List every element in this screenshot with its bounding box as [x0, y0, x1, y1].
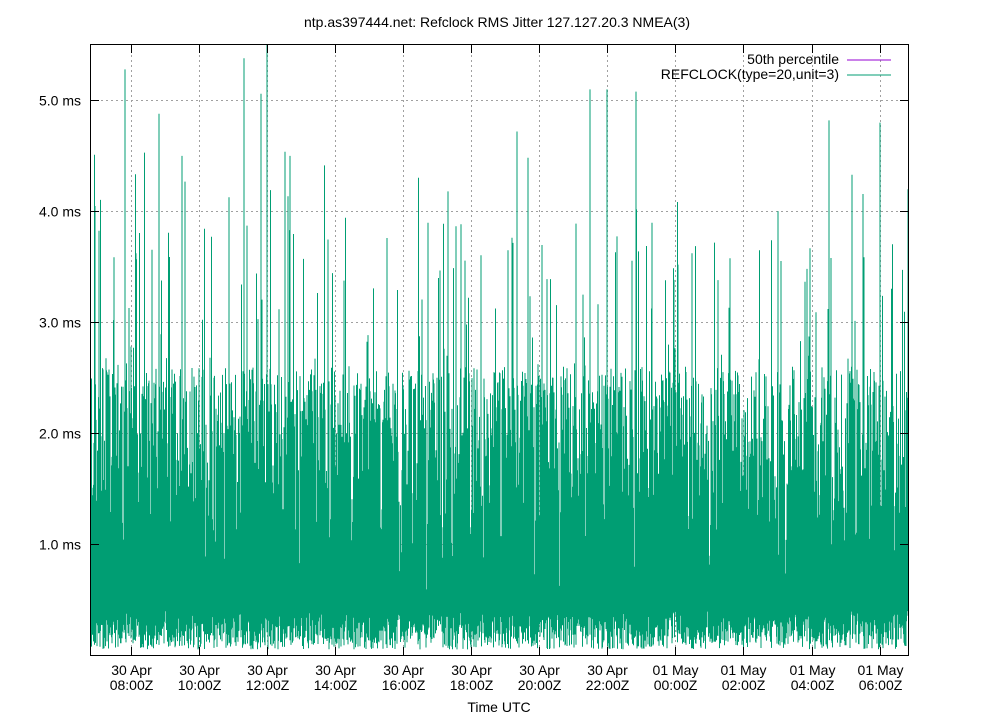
x-tick-label-date: 30 Apr: [247, 662, 288, 678]
x-tick-label-time: 10:00Z: [178, 677, 222, 693]
chart-svg: ntp.as397444.net: Refclock RMS Jitter 12…: [39, 14, 909, 715]
y-tick-label: 2.0 ms: [39, 426, 81, 442]
x-tick-label-date: 30 Apr: [179, 662, 220, 678]
x-tick-label-time: 04:00Z: [791, 677, 835, 693]
x-tick-label-time: 22:00Z: [586, 677, 630, 693]
chart-title: ntp.as397444.net: Refclock RMS Jitter 12…: [304, 14, 690, 30]
x-tick-label-time: 14:00Z: [314, 677, 358, 693]
x-tick-label-time: 16:00Z: [382, 677, 426, 693]
legend-label-percentile: 50th percentile: [747, 51, 839, 67]
jitter-chart: ntp.as397444.net: Refclock RMS Jitter 12…: [0, 0, 1000, 720]
x-tick-label-date: 01 May: [721, 662, 767, 678]
x-tick-label-time: 18:00Z: [450, 677, 494, 693]
legend-label-refclock: REFCLOCK(type=20,unit=3): [661, 66, 839, 82]
x-tick-label-date: 30 Apr: [587, 662, 628, 678]
y-tick-label: 4.0 ms: [39, 204, 81, 220]
x-tick-label-date: 30 Apr: [519, 662, 560, 678]
legend: 50th percentile REFCLOCK(type=20,unit=3): [661, 51, 891, 82]
x-axis-label: Time UTC: [467, 699, 530, 715]
x-tick-label-time: 02:00Z: [722, 677, 766, 693]
y-tick-label: 5.0 ms: [39, 93, 81, 109]
series-refclock-impulses: [90, 45, 909, 650]
x-tick-label-time: 20:00Z: [518, 677, 562, 693]
x-tick-label-date: 30 Apr: [383, 662, 424, 678]
x-tick-label-date: 30 Apr: [315, 662, 356, 678]
x-tick-label-date: 30 Apr: [451, 662, 492, 678]
x-tick-label-date: 01 May: [790, 662, 836, 678]
data-layer: [90, 45, 909, 650]
x-tick-label-date: 30 Apr: [111, 662, 152, 678]
y-tick-label: 3.0 ms: [39, 315, 81, 331]
x-tick-label-date: 01 May: [653, 662, 699, 678]
x-tick-label-date: 01 May: [858, 662, 904, 678]
x-tick-label-time: 08:00Z: [110, 677, 154, 693]
y-tick-label: 1.0 ms: [39, 537, 81, 553]
x-tick-label-time: 12:00Z: [246, 677, 290, 693]
x-tick-label-time: 00:00Z: [654, 677, 698, 693]
x-tick-label-time: 06:00Z: [859, 677, 903, 693]
